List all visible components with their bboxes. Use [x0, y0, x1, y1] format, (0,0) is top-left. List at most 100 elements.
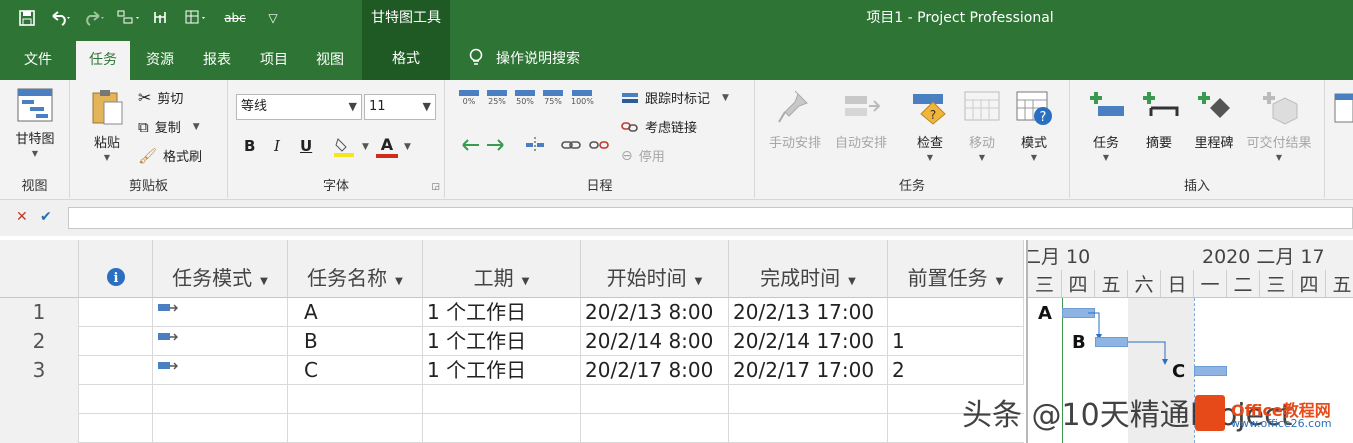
row-header-corner[interactable]: [0, 240, 79, 298]
percent-complete-button[interactable]: 25%: [487, 90, 507, 106]
finish-cell[interactable]: 20/2/13 17:00: [729, 298, 888, 327]
task-mode-cell[interactable]: [153, 327, 288, 356]
table-row[interactable]: 2 B 1 个工作日 20/2/14 8:00 20/2/14 17:00 1: [0, 327, 1024, 356]
empty-row[interactable]: [0, 414, 1024, 443]
start-cell[interactable]: 20/2/17 8:00: [581, 356, 729, 385]
undo-icon[interactable]: [46, 5, 76, 31]
empty-cell[interactable]: [79, 385, 153, 414]
insert-milestone-button[interactable]: 里程碑: [1186, 88, 1242, 151]
predecessors-cell[interactable]: [888, 298, 1024, 327]
strikethrough-icon[interactable]: abc: [216, 5, 254, 31]
filter-arrow-icon[interactable]: ▼: [522, 276, 530, 287]
insert-deliverable-button[interactable]: 可交付结果 ▼: [1242, 88, 1316, 162]
duration-cell[interactable]: 1 个工作日: [423, 298, 581, 327]
dialog-launcher-icon[interactable]: ◲: [431, 182, 440, 192]
move-button[interactable]: 移动 ▼: [959, 88, 1005, 162]
cancel-entry-icon[interactable]: ✕: [16, 209, 28, 225]
predecessors-cell[interactable]: 2: [888, 356, 1024, 385]
filter-arrow-icon[interactable]: ▼: [695, 276, 703, 287]
empty-cell[interactable]: [288, 385, 423, 414]
column-header-name[interactable]: 任务名称 ▼: [288, 240, 423, 298]
task-mode-cell[interactable]: [153, 298, 288, 327]
task-name-cell[interactable]: C: [288, 356, 423, 385]
link-button[interactable]: [561, 136, 581, 154]
entry-field[interactable]: [68, 207, 1353, 229]
tab-task[interactable]: 任务: [76, 41, 130, 80]
empty-cell[interactable]: [729, 385, 888, 414]
insert-task-button[interactable]: 任务 ▼: [1080, 88, 1132, 162]
auto-schedule-button[interactable]: 自动安排: [829, 88, 893, 151]
inactivate-button[interactable]: ⊖ 停用: [621, 146, 665, 166]
row-number[interactable]: [0, 385, 79, 414]
mode-button[interactable]: ? 模式 ▼: [1011, 88, 1057, 162]
format-painter-button[interactable]: 🖌 格式刷: [138, 146, 202, 166]
font-size-select[interactable]: 11 ▼: [364, 94, 436, 120]
gantt-chart-button[interactable]: 甘特图 ▼: [8, 88, 62, 158]
indicator-cell[interactable]: [79, 356, 153, 385]
percent-complete-button[interactable]: 75%: [543, 90, 563, 106]
font-color-button[interactable]: A ▼: [376, 136, 411, 158]
task-name-cell[interactable]: A: [288, 298, 423, 327]
finish-cell[interactable]: 20/2/17 17:00: [729, 356, 888, 385]
bold-button[interactable]: B: [244, 137, 255, 155]
column-header-mode[interactable]: 任务模式 ▼: [153, 240, 288, 298]
percent-complete-button[interactable]: 0%: [459, 90, 479, 106]
predecessors-cell[interactable]: 1: [888, 327, 1024, 356]
column-header-finish[interactable]: 完成时间 ▼: [729, 240, 888, 298]
table-icon[interactable]: [182, 5, 212, 31]
indicator-cell[interactable]: [79, 327, 153, 356]
empty-cell[interactable]: [581, 414, 729, 443]
row-number[interactable]: [0, 414, 79, 443]
column-header-duration[interactable]: 工期 ▼: [423, 240, 581, 298]
empty-cell[interactable]: [153, 414, 288, 443]
gantt-bar-b[interactable]: [1095, 337, 1128, 347]
indent-button[interactable]: [485, 136, 505, 154]
empty-row[interactable]: [0, 385, 1024, 414]
split-task-button[interactable]: [525, 136, 545, 154]
respect-links-button[interactable]: 考虑链接: [621, 117, 697, 136]
column-header-info[interactable]: i: [79, 240, 153, 298]
filter-arrow-icon[interactable]: ▼: [395, 276, 403, 287]
mark-on-track-button[interactable]: 跟踪时标记 ▼: [621, 88, 729, 107]
start-cell[interactable]: 20/2/13 8:00: [581, 298, 729, 327]
task-mode-cell[interactable]: [153, 356, 288, 385]
tab-resource[interactable]: 资源: [134, 41, 186, 80]
table-row[interactable]: 3 C 1 个工作日 20/2/17 8:00 20/2/17 17:00 2: [0, 356, 1024, 385]
unlink-button[interactable]: [589, 136, 609, 154]
cut-button[interactable]: ✂ 剪切: [138, 88, 183, 107]
copy-button[interactable]: ⧉ 复制 ▼: [138, 117, 200, 137]
tab-project[interactable]: 项目: [248, 41, 300, 80]
row-number[interactable]: 2: [0, 327, 79, 356]
percent-complete-button[interactable]: 50%: [515, 90, 535, 106]
indicator-cell[interactable]: [79, 298, 153, 327]
highlight-color-button[interactable]: ▼: [332, 136, 369, 158]
filter-arrow-icon[interactable]: ▼: [848, 276, 856, 287]
gantt-bar-c[interactable]: [1194, 366, 1227, 376]
filter-arrow-icon[interactable]: ▼: [260, 276, 268, 287]
information-icon[interactable]: [1333, 92, 1353, 124]
customize-qat-icon[interactable]: ▽: [258, 5, 288, 31]
empty-cell[interactable]: [153, 385, 288, 414]
outdent-button[interactable]: [461, 136, 481, 154]
empty-cell[interactable]: [581, 385, 729, 414]
duration-cell[interactable]: 1 个工作日: [423, 327, 581, 356]
empty-cell[interactable]: [423, 385, 581, 414]
font-name-select[interactable]: 等线 ▼: [236, 94, 362, 120]
manual-schedule-button[interactable]: 手动安排: [763, 88, 827, 151]
row-number[interactable]: 3: [0, 356, 79, 385]
tab-report[interactable]: 报表: [191, 41, 243, 80]
insert-summary-button[interactable]: 摘要: [1134, 88, 1184, 151]
tab-view[interactable]: 视图: [304, 41, 356, 80]
finish-cell[interactable]: 20/2/14 17:00: [729, 327, 888, 356]
start-cell[interactable]: 20/2/14 8:00: [581, 327, 729, 356]
percent-complete-button[interactable]: 100%: [571, 90, 594, 106]
underline-button[interactable]: U: [300, 137, 312, 155]
tab-format[interactable]: 格式: [362, 36, 450, 80]
empty-cell[interactable]: [729, 414, 888, 443]
link-tasks-icon[interactable]: [148, 5, 178, 31]
empty-cell[interactable]: [288, 414, 423, 443]
tell-me-search[interactable]: 操作说明搜索: [468, 36, 580, 80]
column-header-predecessors[interactable]: 前置任务 ▼: [888, 240, 1024, 298]
task-name-cell[interactable]: B: [288, 327, 423, 356]
outline-icon[interactable]: [114, 5, 144, 31]
